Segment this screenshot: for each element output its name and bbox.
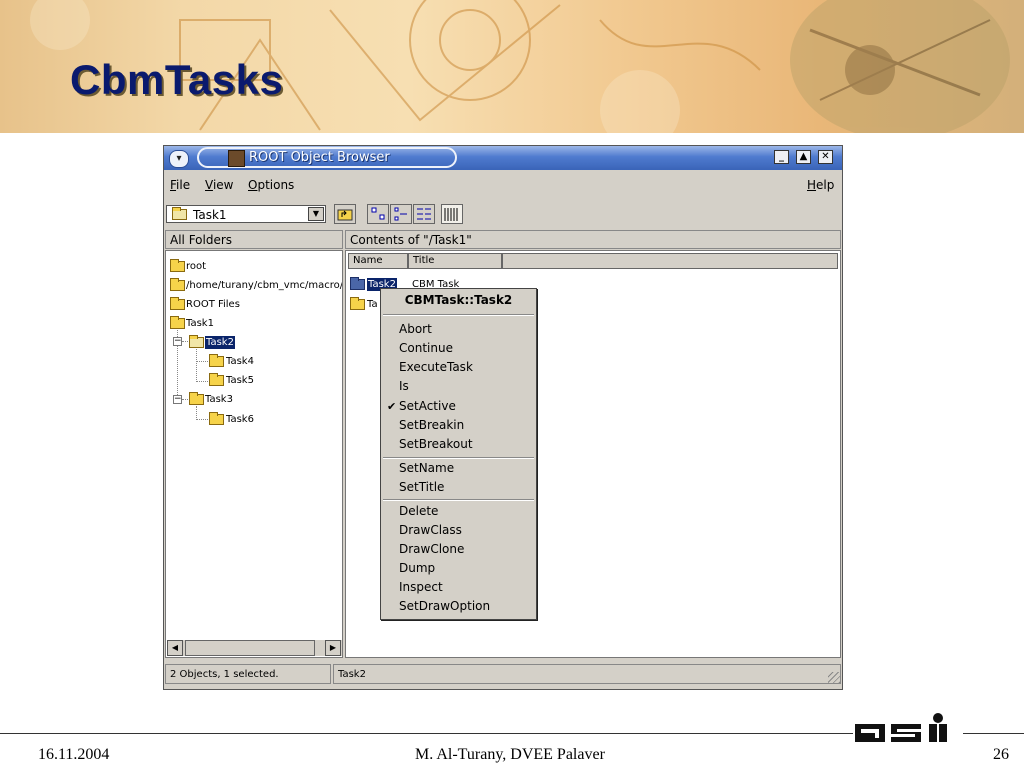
menu-item-setbreakin[interactable]: SetBreakin [399, 418, 464, 432]
tree-item-task2[interactable]: Task2 [205, 336, 235, 349]
menu-item-setname[interactable]: SetName [399, 461, 454, 475]
combo-value: Task1 [193, 208, 227, 222]
tree-item-task5[interactable]: Task5 [226, 374, 254, 387]
tree-item-root-files[interactable]: ROOT Files [186, 298, 240, 311]
folder-icon [170, 278, 185, 291]
collapse-icon[interactable]: − [173, 395, 182, 404]
footer-date: 16.11.2004 [38, 746, 110, 763]
tree-item-task3[interactable]: Task3 [205, 393, 233, 406]
large-icons-button[interactable] [367, 204, 389, 224]
small-icons-icon [394, 207, 407, 221]
small-icons-button[interactable] [390, 204, 412, 224]
column-header-name[interactable]: Name [348, 253, 408, 269]
context-menu-title: CBMTask::Task2 [404, 293, 513, 307]
menu-item-setbreakout[interactable]: SetBreakout [399, 437, 473, 451]
folder-icon [209, 354, 224, 367]
folder-tree[interactable]: root /home/turany/cbm_vmc/macro/c ROOT F… [165, 250, 343, 658]
tree-line [196, 419, 208, 420]
menu-file[interactable]: File [170, 178, 190, 192]
maximize-icon[interactable]: ▲ [796, 150, 811, 164]
status-object: Task2 [333, 664, 841, 684]
status-selection: 2 Objects, 1 selected. [165, 664, 331, 684]
column-header-title[interactable]: Title [408, 253, 502, 269]
menu-item-drawclass[interactable]: DrawClass [399, 523, 462, 537]
context-menu: CBMTask::Task2 Abort Continue ExecuteTas… [380, 288, 537, 620]
up-level-button[interactable] [334, 204, 356, 224]
footer-page-number: 26 [993, 746, 1009, 763]
menu-help[interactable]: Help [807, 178, 834, 192]
menu-item-setactive[interactable]: SetActive [399, 399, 456, 413]
folder-icon [209, 373, 224, 386]
gsi-logo [853, 712, 963, 746]
menu-item-setdrawoption[interactable]: SetDrawOption [399, 599, 490, 613]
horizontal-scrollbar[interactable]: ◀ ▶ [167, 640, 342, 656]
folder-icon [170, 297, 185, 310]
folder-icon [170, 316, 185, 329]
menu-item-continue[interactable]: Continue [399, 341, 453, 355]
menu-item-dump[interactable]: Dump [399, 561, 435, 575]
slide-title: CbmTasks [70, 56, 284, 103]
tree-item-path[interactable]: /home/turany/cbm_vmc/macro/c [186, 279, 342, 292]
app-icon [228, 150, 245, 167]
large-icons-icon [371, 207, 385, 220]
menu-separator [383, 314, 534, 316]
list-item-name[interactable]: Ta [367, 298, 378, 311]
collapse-icon[interactable]: − [173, 337, 182, 346]
window-title: ROOT Object Browser [249, 150, 390, 165]
list-view-icon [417, 208, 431, 220]
tree-item-task1[interactable]: Task1 [186, 317, 214, 330]
menu-item-abort[interactable]: Abort [399, 322, 432, 336]
window-titlebar[interactable]: ▾ ROOT Object Browser _ ▲ ✕ [164, 146, 842, 170]
details-view-icon [444, 208, 458, 221]
pane-headers: All Folders Contents of "/Task1" [164, 230, 842, 249]
resize-grip-icon[interactable] [828, 672, 840, 684]
slide-banner: CbmTasks [0, 0, 1024, 133]
window-menu-icon[interactable]: ▾ [169, 150, 189, 168]
folder-icon [209, 412, 224, 425]
folder-icon [170, 259, 185, 272]
column-header-blank[interactable] [502, 253, 838, 269]
list-view-button[interactable] [413, 204, 435, 224]
menu-view[interactable]: View [205, 178, 233, 192]
folder-open-icon [189, 335, 204, 348]
tree-item-task4[interactable]: Task4 [226, 355, 254, 368]
task-folder-icon [350, 277, 365, 290]
folder-icon [350, 297, 365, 310]
menu-separator [383, 457, 534, 459]
scroll-right-icon[interactable]: ▶ [325, 640, 341, 656]
menu-separator [383, 499, 534, 501]
close-icon[interactable]: ✕ [818, 150, 833, 164]
menu-item-is[interactable]: Is [399, 379, 409, 393]
menu-item-delete[interactable]: Delete [399, 504, 438, 518]
tree-line [196, 406, 197, 420]
folder-icon [189, 392, 204, 405]
details-view-button[interactable] [441, 204, 463, 224]
menubar: File View Options Help [164, 174, 842, 196]
contents-header: Contents of "/Task1" [345, 230, 841, 249]
minimize-icon[interactable]: _ [774, 150, 789, 164]
all-folders-header: All Folders [165, 230, 343, 249]
scroll-left-icon[interactable]: ◀ [167, 640, 183, 656]
tree-item-task6[interactable]: Task6 [226, 413, 254, 426]
menu-item-drawclone[interactable]: DrawClone [399, 542, 464, 556]
gsi-logo-mark [855, 713, 947, 742]
scroll-thumb[interactable] [185, 640, 315, 656]
menu-options[interactable]: Options [248, 178, 294, 192]
status-bar: 2 Objects, 1 selected. Task2 [164, 664, 842, 686]
menu-item-inspect[interactable]: Inspect [399, 580, 443, 594]
chevron-down-icon[interactable]: ▼ [308, 207, 324, 221]
menu-item-settitle[interactable]: SetTitle [399, 480, 444, 494]
menu-item-executetask[interactable]: ExecuteTask [399, 360, 473, 374]
tree-line [196, 349, 197, 382]
tree-item-root[interactable]: root [186, 260, 206, 273]
folder-combo[interactable]: Task1 ▼ [166, 205, 326, 223]
folder-open-icon [172, 207, 187, 220]
tree-line [196, 381, 208, 382]
folder-up-icon [337, 209, 353, 221]
tree-line [196, 361, 208, 362]
checkmark-icon: ✔ [387, 400, 397, 413]
footer-author: M. Al-Turany, DVEE Palaver [415, 746, 605, 763]
toolbar: Task1 ▼ [164, 202, 842, 228]
